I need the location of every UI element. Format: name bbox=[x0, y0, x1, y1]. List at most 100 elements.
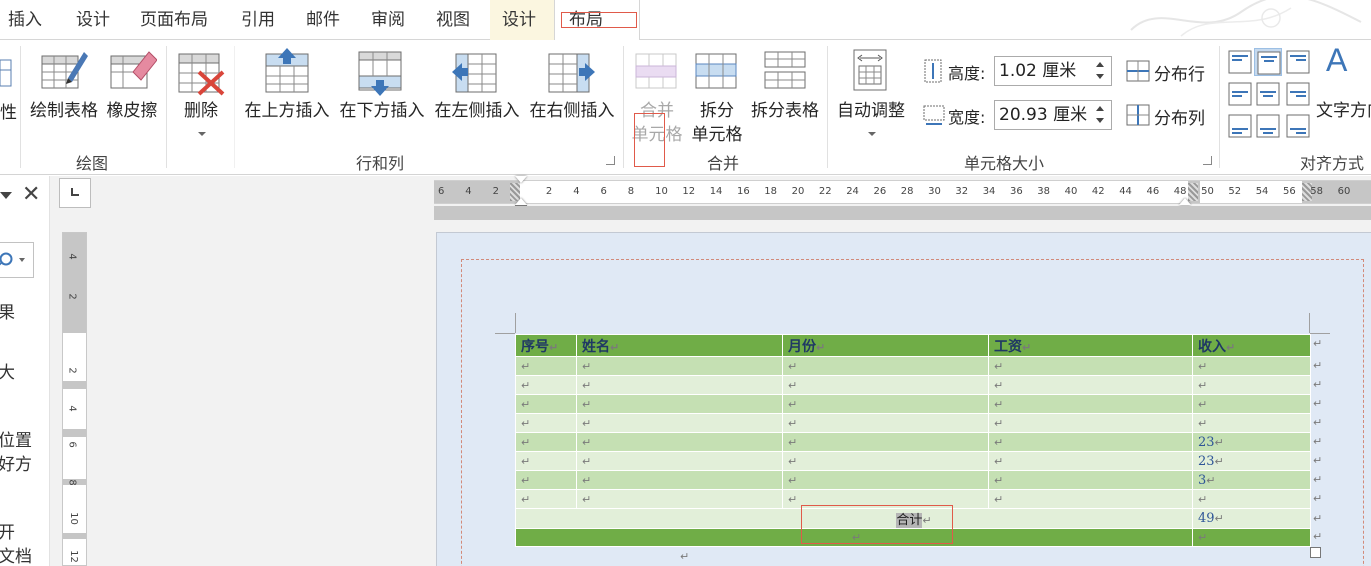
table-cell[interactable]: ↵ bbox=[1192, 489, 1311, 509]
insert-left-button[interactable]: 在左侧插入 bbox=[430, 44, 524, 124]
table-cell[interactable]: ↵ bbox=[988, 375, 1193, 395]
align-middle-center-button[interactable] bbox=[1254, 80, 1282, 108]
distribute-rows-button[interactable]: 分布行 bbox=[1124, 58, 1218, 86]
rows-cols-launcher-icon[interactable] bbox=[606, 156, 615, 165]
table-cell[interactable]: ↵ bbox=[988, 489, 1193, 509]
table-cell[interactable]: ↵ bbox=[1192, 375, 1311, 395]
tab-table-design[interactable]: 设计 bbox=[490, 0, 554, 41]
text-direction-button[interactable]: A 文字方向 bbox=[1316, 42, 1371, 124]
align-top-center-button[interactable] bbox=[1254, 48, 1282, 76]
autofit-label: 自动调整 bbox=[837, 101, 905, 121]
insert-below-button[interactable]: 在下方插入 bbox=[335, 44, 429, 124]
table-cell[interactable]: ↵ bbox=[515, 413, 577, 433]
first-line-indent-icon[interactable] bbox=[515, 176, 527, 183]
align-top-right-button[interactable] bbox=[1284, 48, 1312, 76]
table-cell[interactable]: ↵ bbox=[515, 451, 577, 471]
table-cell[interactable]: ↵ bbox=[515, 394, 577, 414]
table-cell[interactable]: ↵ bbox=[782, 413, 989, 433]
split-table-button[interactable]: 拆分表格 bbox=[747, 44, 823, 124]
delete-button[interactable]: 删除 bbox=[172, 44, 230, 144]
table-header-cell[interactable]: 月份↵ bbox=[782, 334, 989, 357]
total-value-cell[interactable]: 49↵ bbox=[1192, 508, 1311, 529]
autofit-button[interactable]: 自动调整 bbox=[832, 44, 910, 144]
vertical-ruler[interactable]: 4 2 2 4 6 8 10 12 bbox=[62, 232, 87, 566]
align-top-center-icon bbox=[1257, 51, 1281, 75]
cell-size-launcher-icon[interactable] bbox=[1203, 156, 1212, 165]
hanging-indent-icon[interactable] bbox=[515, 198, 527, 205]
table-cell[interactable]: ↵ bbox=[988, 356, 1193, 376]
tab-view[interactable]: 视图 bbox=[436, 0, 470, 40]
spin-up-icon[interactable] bbox=[1096, 106, 1104, 111]
table-cell[interactable]: ↵ bbox=[782, 470, 989, 490]
table-resize-handle[interactable] bbox=[1310, 547, 1321, 558]
ruler-number: 30 bbox=[928, 186, 941, 197]
tab-references[interactable]: 引用 bbox=[241, 0, 275, 40]
table-cell[interactable]: ↵ bbox=[988, 432, 1193, 452]
align-bottom-left-button[interactable] bbox=[1226, 112, 1254, 140]
properties-button[interactable]: 性 bbox=[0, 98, 17, 123]
table-cell[interactable]: ↵ bbox=[576, 489, 783, 509]
table-cell[interactable]: ↵ bbox=[988, 470, 1193, 490]
chevron-down-icon[interactable] bbox=[19, 258, 25, 262]
table-header-cell[interactable]: 序号↵ bbox=[515, 334, 577, 357]
spin-down-icon[interactable] bbox=[1096, 118, 1104, 123]
split-cells-button[interactable]: 拆分 单元格 bbox=[688, 44, 746, 145]
tab-mailings[interactable]: 邮件 bbox=[306, 0, 340, 40]
table-cell[interactable]: ↵ bbox=[576, 394, 783, 414]
column-width-stepper[interactable]: 20.93 厘米 bbox=[994, 100, 1112, 130]
insert-above-button[interactable]: 在上方插入 bbox=[240, 44, 334, 124]
search-input[interactable] bbox=[0, 242, 34, 278]
ruler-number: 12 bbox=[67, 550, 79, 563]
table-cell[interactable]: ↵ bbox=[576, 375, 783, 395]
table-cell[interactable]: ↵ bbox=[515, 356, 577, 376]
table-header-cell[interactable]: 工资↵ bbox=[988, 334, 1193, 357]
table-cell[interactable]: ↵ bbox=[782, 375, 989, 395]
table-cell[interactable]: ↵ bbox=[782, 356, 989, 376]
table-cell[interactable]: ↵ bbox=[576, 356, 783, 376]
table-cell[interactable]: ↵ bbox=[576, 413, 783, 433]
align-bottom-right-button[interactable] bbox=[1284, 112, 1312, 140]
table-header-cell[interactable]: 收入↵ bbox=[1192, 334, 1311, 357]
table-cell[interactable]: ↵ bbox=[988, 413, 1193, 433]
row-height-stepper[interactable]: 1.02 厘米 bbox=[994, 56, 1112, 86]
table-header-cell[interactable]: 姓名↵ bbox=[576, 334, 783, 357]
horizontal-ruler[interactable]: 6 4 2 2 4 6 8 10 12 14 16 18 20 22 24 26 28 30 32 34 36 38 40 4… bbox=[434, 180, 1371, 204]
align-bottom-center-button[interactable] bbox=[1254, 112, 1282, 140]
table-cell[interactable]: ↵ bbox=[1192, 394, 1311, 414]
table-cell[interactable]: ↵ bbox=[515, 489, 577, 509]
table-cell[interactable]: ↵ bbox=[515, 470, 577, 490]
align-middle-left-button[interactable] bbox=[1226, 80, 1254, 108]
table-cell[interactable]: ↵ bbox=[782, 451, 989, 471]
close-icon[interactable]: ✕ bbox=[22, 182, 40, 207]
table-cell[interactable]: 3↵ bbox=[1192, 470, 1311, 490]
tab-review[interactable]: 审阅 bbox=[371, 0, 405, 40]
insert-right-button[interactable]: 在右侧插入 bbox=[525, 44, 619, 124]
table-cell[interactable]: ↵ bbox=[576, 470, 783, 490]
table-cell[interactable]: ↵ bbox=[576, 451, 783, 471]
eraser-button[interactable]: 橡皮擦 bbox=[103, 44, 161, 124]
distribute-columns-button[interactable]: 分布列 bbox=[1124, 102, 1218, 130]
table-footer-cell[interactable]: ↵ bbox=[1192, 528, 1311, 547]
tab-selector-button[interactable] bbox=[59, 178, 91, 208]
table-cell[interactable]: ↵ bbox=[576, 432, 783, 452]
table-cell[interactable]: ↵ bbox=[515, 375, 577, 395]
table-cell[interactable]: ↵ bbox=[988, 394, 1193, 414]
table-cell[interactable]: 23↵ bbox=[1192, 432, 1311, 452]
table-cell[interactable]: ↵ bbox=[1192, 356, 1311, 376]
table-cell[interactable]: ↵ bbox=[1192, 413, 1311, 433]
tab-page-layout[interactable]: 页面布局 bbox=[140, 0, 208, 40]
table-cell[interactable]: ↵ bbox=[515, 432, 577, 452]
table-cell[interactable]: ↵ bbox=[988, 451, 1193, 471]
table-cell[interactable]: ↵ bbox=[782, 394, 989, 414]
align-top-left-button[interactable] bbox=[1226, 48, 1254, 76]
tab-design[interactable]: 设计 bbox=[76, 0, 110, 40]
pane-menu-icon[interactable] bbox=[0, 192, 12, 199]
right-indent-icon[interactable] bbox=[1179, 198, 1191, 205]
table-cell[interactable]: 23↵ bbox=[1192, 451, 1311, 471]
draw-table-button[interactable]: 绘制表格 bbox=[26, 44, 102, 124]
tab-insert[interactable]: 插入 bbox=[8, 0, 42, 40]
spin-up-icon[interactable] bbox=[1096, 62, 1104, 67]
align-middle-right-button[interactable] bbox=[1284, 80, 1312, 108]
table-cell[interactable]: ↵ bbox=[782, 432, 989, 452]
spin-down-icon[interactable] bbox=[1096, 74, 1104, 79]
